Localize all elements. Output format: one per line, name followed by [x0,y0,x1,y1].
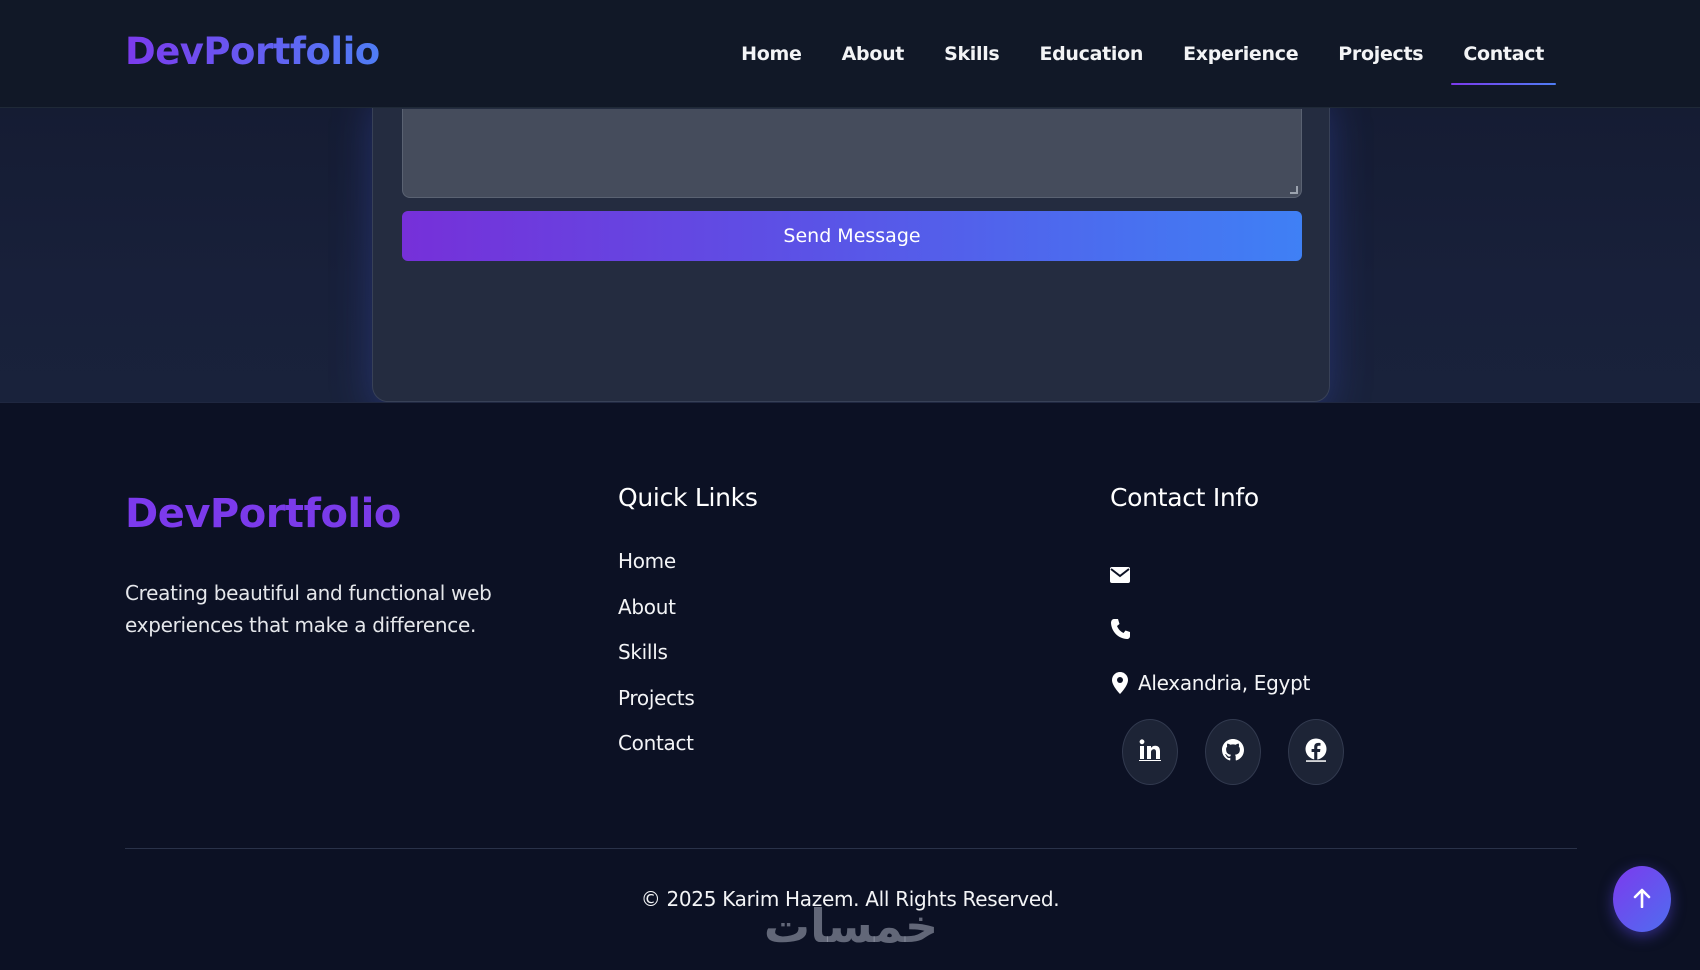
nav-projects[interactable]: Projects [1318,0,1443,108]
site-footer: DevPortfolio Creating beautiful and func… [0,402,1700,970]
quick-links-title: Quick Links [618,483,758,512]
contact-phone-row[interactable] [1110,602,1310,656]
phone-icon [1110,618,1130,640]
message-textarea[interactable] [402,109,1302,198]
contact-section: Send Message [0,88,1700,402]
contact-form-card: Send Message [372,88,1330,402]
resize-handle-icon[interactable] [1290,186,1298,194]
contact-info-title: Contact Info [1110,483,1259,512]
github-link[interactable] [1205,719,1261,785]
footer-divider [125,848,1577,849]
nav-contact[interactable]: Contact [1443,0,1564,108]
footer-link-skills[interactable]: Skills [618,639,694,685]
facebook-link[interactable] [1288,719,1344,785]
nav-about[interactable]: About [822,0,924,108]
contact-info-list: Alexandria, Egypt [1110,548,1310,710]
arrow-up-icon [1633,888,1651,911]
map-pin-icon [1110,672,1130,694]
nav-experience[interactable]: Experience [1163,0,1318,108]
contact-email-row[interactable] [1110,548,1310,602]
envelope-icon [1110,564,1130,586]
watermark-logo: خمسات [763,899,939,953]
contact-location: Alexandria, Egypt [1138,671,1311,695]
footer-link-home[interactable]: Home [618,548,694,594]
footer-description: Creating beautiful and functional web ex… [125,581,492,637]
nav-skills[interactable]: Skills [924,0,1019,108]
footer-link-contact[interactable]: Contact [618,730,694,776]
nav-home[interactable]: Home [721,0,821,108]
linkedin-icon [1139,739,1161,765]
social-links [1122,719,1344,785]
facebook-icon [1304,738,1328,766]
nav-education[interactable]: Education [1019,0,1163,108]
github-icon [1221,738,1245,766]
footer-link-about[interactable]: About [618,594,694,640]
scroll-to-top-button[interactable] [1613,866,1671,932]
footer-logo[interactable]: DevPortfolio [125,491,401,537]
quick-links-list: Home About Skills Projects Contact [618,548,695,776]
site-logo[interactable]: DevPortfolio [125,30,380,73]
site-header: DevPortfolio Home About Skills Education… [0,0,1700,108]
linkedin-link[interactable] [1122,719,1178,785]
contact-location-row: Alexandria, Egypt [1110,656,1310,710]
footer-link-projects[interactable]: Projects [618,685,695,731]
main-nav: Home About Skills Education Experience P… [721,0,1564,108]
send-message-button[interactable]: Send Message [402,211,1302,261]
